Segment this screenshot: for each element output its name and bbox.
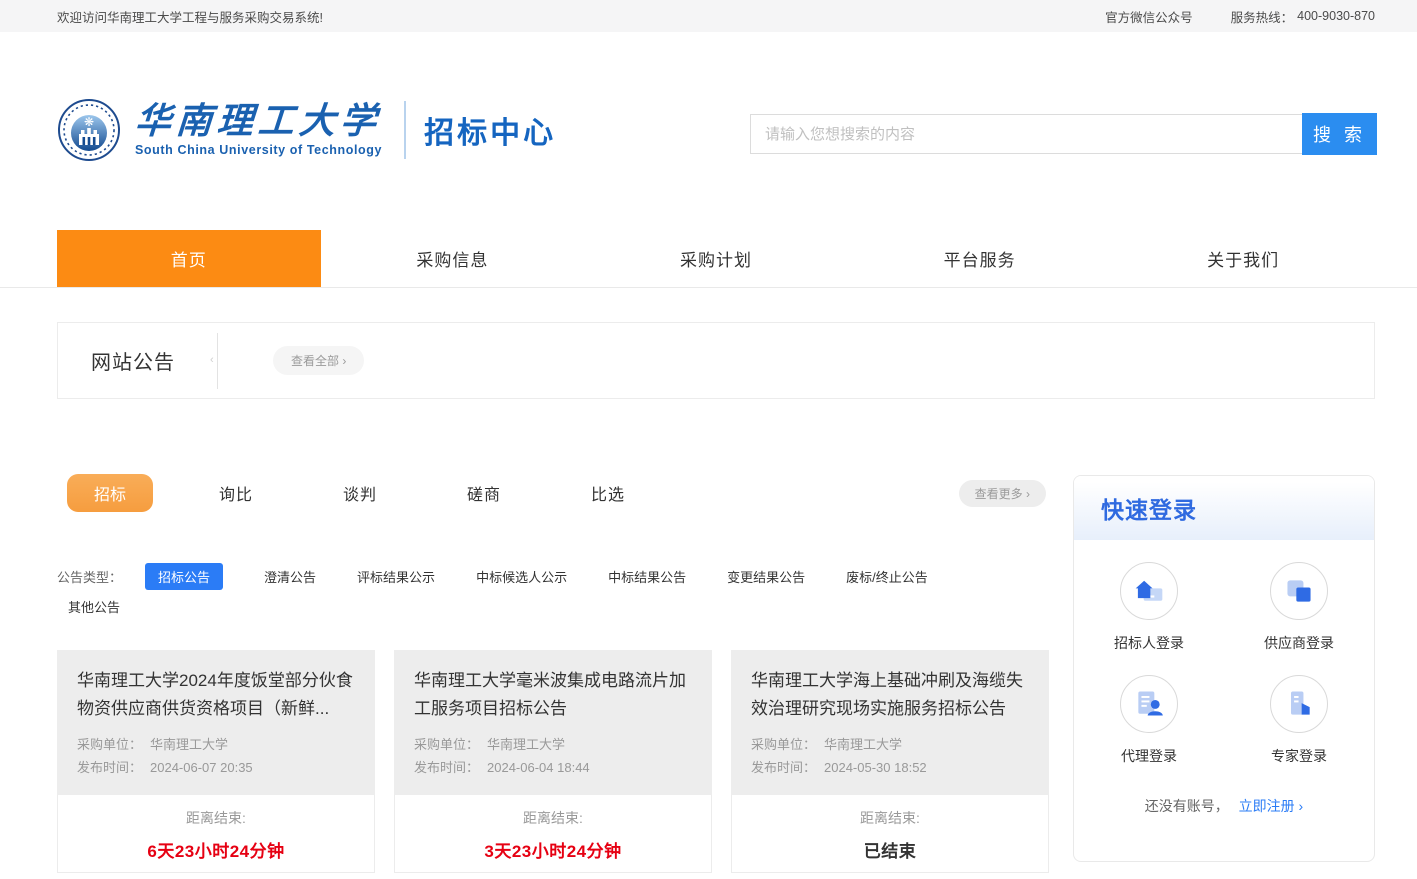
tab-inquiry[interactable]: 询比 (219, 481, 253, 505)
expert-login-button[interactable]: 专家登录 (1224, 675, 1374, 766)
announcement-tabs: 招标 询比 谈判 磋商 比选 查看更多 › (57, 474, 1046, 512)
publish-time-value: 2024-06-04 18:44 (487, 756, 590, 779)
quick-login-header: 快速登录 (1074, 476, 1374, 540)
filter-label: 公告类型： (57, 567, 122, 586)
notice-section-title: 网站公告 (91, 346, 175, 375)
website-notice-section: 网站公告 ‹ 查看全部 › (57, 322, 1375, 399)
announcement-card-1[interactable]: 华南理工大学2024年度饭堂部分伙食物资供应商供货资格项目（新鲜... 采购单位… (57, 650, 375, 873)
countdown-value: 6天23小时24分钟 (58, 837, 374, 862)
register-row: 还没有账号， 立即注册 › (1074, 796, 1374, 816)
buyer-value: 华南理工大学 (487, 733, 565, 756)
bidder-login-button[interactable]: 招标人登录 (1074, 562, 1224, 653)
publish-time-value: 2024-06-07 20:35 (150, 756, 253, 779)
countdown-label: 距离结束: (58, 808, 374, 828)
hotline-number: 400-9030-870 (1297, 9, 1375, 23)
nav-item-home[interactable]: 首页 (57, 230, 321, 287)
quick-login-title: 快速登录 (1101, 491, 1197, 525)
view-all-button[interactable]: 查看全部 › (273, 346, 364, 375)
site-title: 招标中心 (424, 108, 556, 152)
logo[interactable]: ❋ 华南理工大学 South China University of Techn… (57, 98, 556, 162)
filter-clarification[interactable]: 澄清公告 (264, 567, 316, 586)
publish-time-label: 发布时间： (77, 756, 142, 779)
notice-divider: ‹ (217, 333, 218, 389)
tab-bidding-active[interactable]: 招标 (67, 474, 153, 512)
university-name-en: South China University of Technology (135, 143, 382, 157)
supplier-login-button[interactable]: 供应商登录 (1224, 562, 1374, 653)
hotline-label: 服务热线： (1231, 7, 1294, 26)
tab-negotiation[interactable]: 谈判 (343, 481, 377, 505)
publish-time-label: 发布时间： (414, 756, 479, 779)
search-bar: 搜 索 (750, 113, 1377, 155)
tab-comparison[interactable]: 比选 (591, 481, 625, 505)
nav-item-procurement-plan[interactable]: 采购计划 (584, 230, 848, 287)
no-account-text: 还没有账号， (1145, 798, 1229, 814)
card-title: 华南理工大学2024年度饭堂部分伙食物资供应商供货资格项目（新鲜... (77, 667, 355, 723)
nav-item-about-us[interactable]: 关于我们 (1111, 230, 1375, 287)
bidder-login-label: 招标人登录 (1074, 633, 1224, 653)
welcome-text: 欢迎访问华南理工大学工程与服务采购交易系统! (57, 7, 323, 26)
countdown-label: 距离结束: (395, 808, 711, 828)
countdown-label: 距离结束: (732, 808, 1048, 828)
buyer-label: 采购单位： (77, 733, 142, 756)
agent-login-label: 代理登录 (1074, 746, 1224, 766)
buyer-label: 采购单位： (414, 733, 479, 756)
top-utility-bar: 欢迎访问华南理工大学工程与服务采购交易系统! 官方微信公众号 服务热线： 400… (0, 0, 1417, 32)
card-title: 华南理工大学海上基础冲刷及海缆失效治理研究现场实施服务招标公告 (751, 667, 1029, 723)
buyer-value: 华南理工大学 (824, 733, 902, 756)
announcement-type-filter-row2: 其他公告 (68, 597, 1057, 616)
expert-login-icon (1270, 675, 1328, 733)
announcement-card-2[interactable]: 华南理工大学毫米波集成电路流片加工服务项目招标公告 采购单位： 华南理工大学 发… (394, 650, 712, 873)
countdown-value-ended: 已结束 (732, 837, 1048, 862)
filter-bid-announcement-active[interactable]: 招标公告 (145, 563, 223, 590)
register-link[interactable]: 立即注册 › (1239, 798, 1304, 814)
bidder-login-icon (1120, 562, 1178, 620)
expert-login-label: 专家登录 (1224, 746, 1374, 766)
announcement-card-3[interactable]: 华南理工大学海上基础冲刷及海缆失效治理研究现场实施服务招标公告 采购单位： 华南… (731, 650, 1049, 873)
buyer-label: 采购单位： (751, 733, 816, 756)
publish-time-value: 2024-05-30 18:52 (824, 756, 927, 779)
tab-consultation[interactable]: 磋商 (467, 481, 501, 505)
quick-login-panel: 快速登录 招标人登录 供应商登录 (1073, 475, 1375, 862)
nav-item-procurement-info[interactable]: 采购信息 (321, 230, 585, 287)
service-hotline: 服务热线： 400-9030-870 (1231, 7, 1375, 26)
svg-text:❋: ❋ (84, 115, 94, 129)
main-nav: 首页 采购信息 采购计划 平台服务 关于我们 (57, 230, 1375, 287)
view-more-button[interactable]: 查看更多 › (959, 480, 1046, 507)
site-header: ❋ 华南理工大学 South China University of Techn… (0, 32, 1417, 230)
search-input[interactable] (750, 114, 1302, 154)
agent-login-button[interactable]: 代理登录 (1074, 675, 1224, 766)
filter-candidate-publicity[interactable]: 中标候选人公示 (476, 567, 567, 586)
supplier-login-label: 供应商登录 (1224, 633, 1374, 653)
wechat-link[interactable]: 官方微信公众号 (1105, 7, 1193, 26)
announcement-cards: 华南理工大学2024年度饭堂部分伙食物资供应商供货资格项目（新鲜... 采购单位… (57, 650, 1049, 873)
filter-evaluation-result[interactable]: 评标结果公示 (357, 567, 435, 586)
card-title: 华南理工大学毫米波集成电路流片加工服务项目招标公告 (414, 667, 692, 723)
announcement-type-filter: 公告类型： 招标公告 澄清公告 评标结果公示 中标候选人公示 中标结果公告 变更… (57, 563, 1046, 590)
filter-award-result[interactable]: 中标结果公告 (608, 567, 686, 586)
filter-void-termination[interactable]: 废标/终止公告 (846, 567, 928, 586)
publish-time-label: 发布时间： (751, 756, 816, 779)
university-name-cn: 华南理工大学 (134, 103, 384, 141)
nav-item-platform-services[interactable]: 平台服务 (848, 230, 1112, 287)
agent-login-icon (1120, 675, 1178, 733)
supplier-login-icon (1270, 562, 1328, 620)
university-seal-icon: ❋ (57, 98, 121, 162)
countdown-value: 3天23小时24分钟 (395, 837, 711, 862)
buyer-value: 华南理工大学 (150, 733, 228, 756)
brand-divider (404, 101, 406, 159)
filter-change-result[interactable]: 变更结果公告 (727, 567, 805, 586)
search-button[interactable]: 搜 索 (1302, 113, 1377, 155)
filter-other[interactable]: 其他公告 (68, 597, 120, 616)
nav-divider (0, 287, 1417, 288)
